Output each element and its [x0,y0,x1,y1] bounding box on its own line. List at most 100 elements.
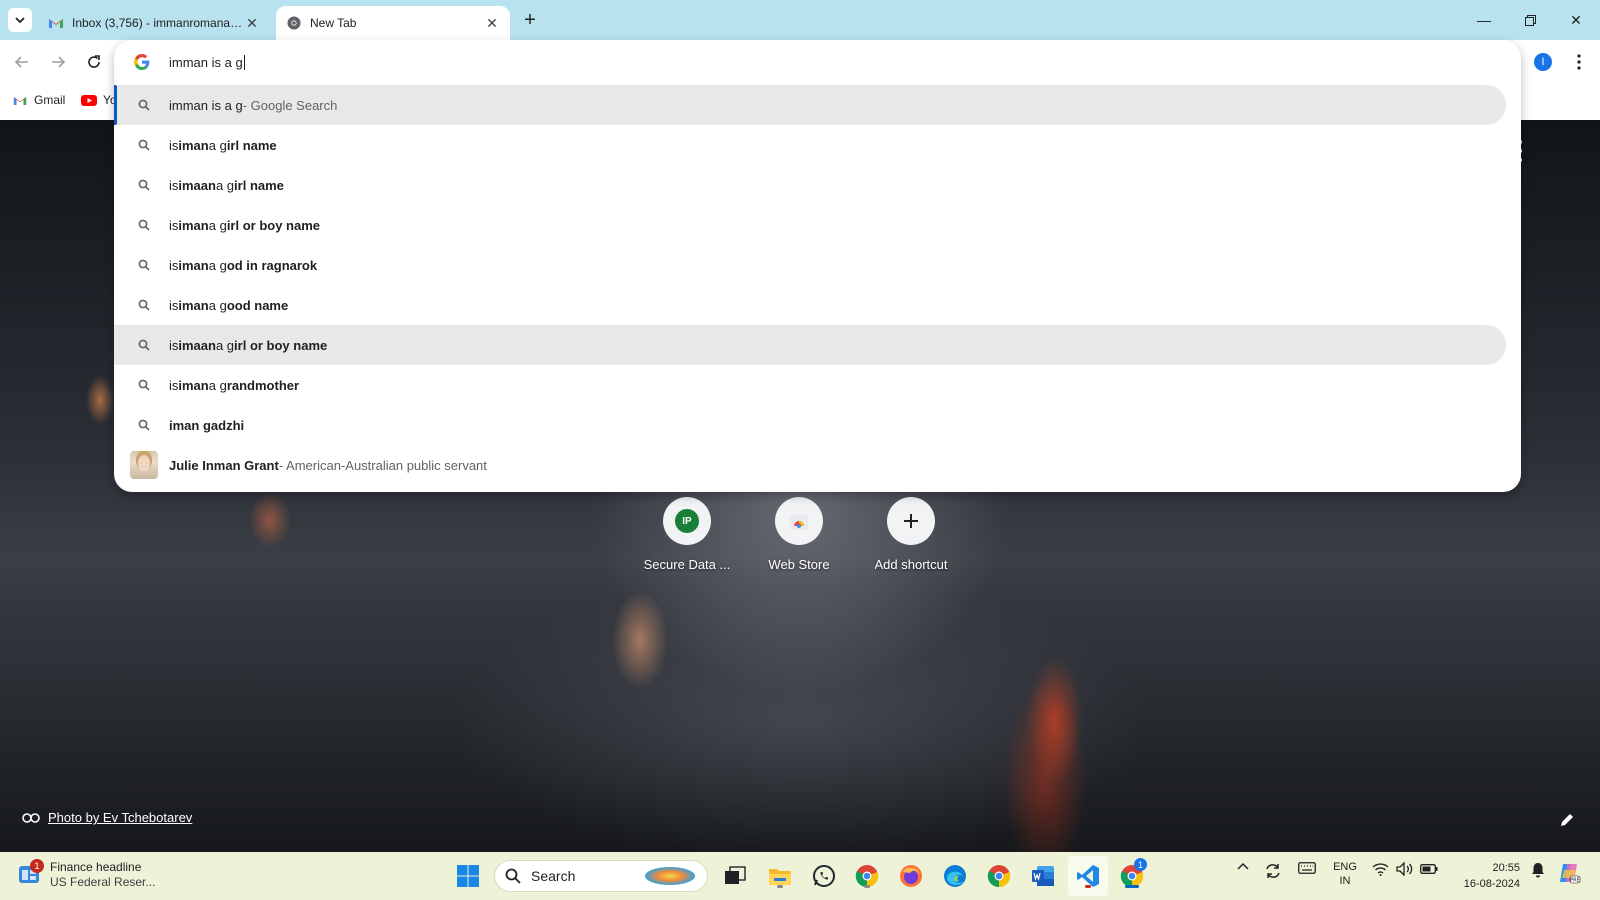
clock-button[interactable]: 20:55 16-08-2024 [1450,860,1520,892]
search-icon [136,177,152,193]
tab-gmail-inbox[interactable]: Inbox (3,756) - immanromanaj@ ✕ [38,6,270,40]
suggestion-item[interactable]: is iman a g randmother [114,365,1506,405]
omnibox-input-row[interactable]: imman is a g [114,40,1521,84]
shortcut-ip-icon: IP [675,509,699,533]
restore-icon [1524,14,1536,26]
suggestion-entity-julie-inman-grant[interactable]: Julie Inman Grant - American-Australian … [114,445,1506,485]
suggestion-item[interactable]: is iman a g irl name [114,125,1506,165]
more-vertical-icon [1577,54,1581,70]
text-caret [243,54,245,70]
bookmark-gmail[interactable]: Gmail [12,92,65,108]
omnibox-query: imman is a g [169,54,243,70]
suggestion-item[interactable]: is imaan a g irl name [114,165,1506,205]
suggestion-item[interactable]: is iman a g od in ragnarok [114,245,1506,285]
shortcut-web-store[interactable]: Web Store [743,497,855,572]
bookmark-youtube[interactable]: Yo [81,92,115,108]
omnibox-dropdown: imman is a g imman is a g - Google Searc… [114,40,1521,492]
quick-settings-button[interactable] [1372,862,1438,876]
photo-credit-link[interactable]: Photo by Ev Tchebotarev [22,810,192,825]
chrome-menu-button[interactable] [1570,51,1588,73]
suggestion-item[interactable]: iman gadzhi [114,405,1506,445]
taskbar-search-label: Search [531,868,576,884]
whatsapp-button[interactable] [810,862,838,890]
windows-taskbar: 1 Finance headline US Federal Reser... S… [0,852,1600,900]
forward-button[interactable] [47,51,69,73]
chrome-icon [987,865,1011,888]
minimize-button[interactable]: — [1472,8,1496,32]
suggestion-item[interactable]: is imaan a g irl or boy name [114,325,1506,365]
chevron-down-icon [15,17,25,24]
suggestion-text: is imaan a g irl or boy name [169,337,328,353]
shortcut-tile [887,497,935,545]
word-icon [1032,866,1054,886]
suggestion-text: is iman a g randmother [169,377,300,393]
suggestion-item[interactable]: is iman a g irl or boy name [114,205,1506,245]
chrome-web-store-icon [790,515,808,530]
sync-tray-button[interactable] [1262,862,1284,880]
notification-badge: 1 [30,859,44,873]
profile-avatar[interactable]: I [1534,53,1552,71]
shortcut-tile: IP [663,497,711,545]
suggestion-text: is iman a g irl or boy name [169,217,321,233]
chrome-button[interactable] [985,862,1013,890]
touch-keyboard-button[interactable] [1296,862,1318,874]
search-icon [136,337,152,353]
shortcut-tile [775,497,823,545]
omnibox-input[interactable]: imman is a g [169,52,245,72]
chrome-active-button[interactable]: 1 [1118,858,1147,890]
tab-title: Inbox (3,756) - immanromanaj@ [72,16,244,30]
suggestion-text: is imaan a g irl name [169,177,284,193]
add-shortcut[interactable]: Add shortcut [855,497,967,572]
reload-button[interactable] [83,51,105,73]
running-indicator [864,885,870,888]
vscode-button[interactable] [1074,862,1102,890]
close-icon[interactable]: ✕ [244,15,260,31]
taskbar-search-box[interactable]: Search [494,860,708,892]
task-view-button[interactable] [721,862,749,890]
search-icon [505,868,521,884]
edge-button[interactable] [941,862,969,890]
word-button[interactable] [1029,862,1057,890]
suggestion-google-search[interactable]: imman is a g - Google Search [114,85,1506,125]
suggestion-item[interactable]: is iman a g ood name [114,285,1506,325]
customize-button[interactable] [1557,810,1577,830]
search-icon [136,297,152,313]
suggestion-text: is iman a g ood name [169,297,289,313]
notifications-button[interactable] [1528,862,1548,878]
reload-icon [88,55,100,68]
close-icon[interactable]: ✕ [484,15,500,31]
folder-icon [769,869,791,885]
chevron-up-icon [1237,862,1249,870]
tab-search-button[interactable] [8,8,32,32]
clock-date: 16-08-2024 [1463,878,1520,890]
news-title: Finance headline [50,860,142,874]
show-hidden-icons-button[interactable] [1234,862,1252,870]
file-explorer-button[interactable] [766,862,794,890]
suggestion-text: iman gadzhi [169,417,245,433]
chrome-profile-app-button[interactable] [853,862,881,890]
sync-icon [1266,864,1280,878]
start-button[interactable] [454,862,482,890]
close-window-button[interactable]: ✕ [1564,8,1588,32]
news-widget[interactable]: 1 Finance headline US Federal Reser... [18,859,155,890]
restore-button[interactable] [1518,8,1542,32]
running-indicator [777,885,783,888]
link-icon [22,812,40,823]
new-tab-button[interactable]: + [518,8,542,32]
photo-credit-text: Photo by Ev Tchebotarev [48,810,193,825]
back-button[interactable] [11,51,33,73]
firefox-button[interactable] [897,862,925,890]
google-g-icon [134,54,150,70]
bookmark-label: Gmail [34,93,66,107]
search-icon [136,97,152,113]
search-icon [136,217,152,233]
input-language-button[interactable]: ENG IN [1328,860,1362,888]
edge-icon [944,865,966,887]
tab-new-tab[interactable]: New Tab ✕ [276,6,510,40]
shortcut-secure-data[interactable]: IP Secure Data ... [631,497,743,572]
close-icon: ✕ [1570,11,1582,28]
pencil-icon [1561,814,1573,826]
youtube-icon [81,92,97,108]
copilot-button[interactable]: PRE [1556,862,1582,884]
copilot-icon: PRE [1560,864,1581,884]
